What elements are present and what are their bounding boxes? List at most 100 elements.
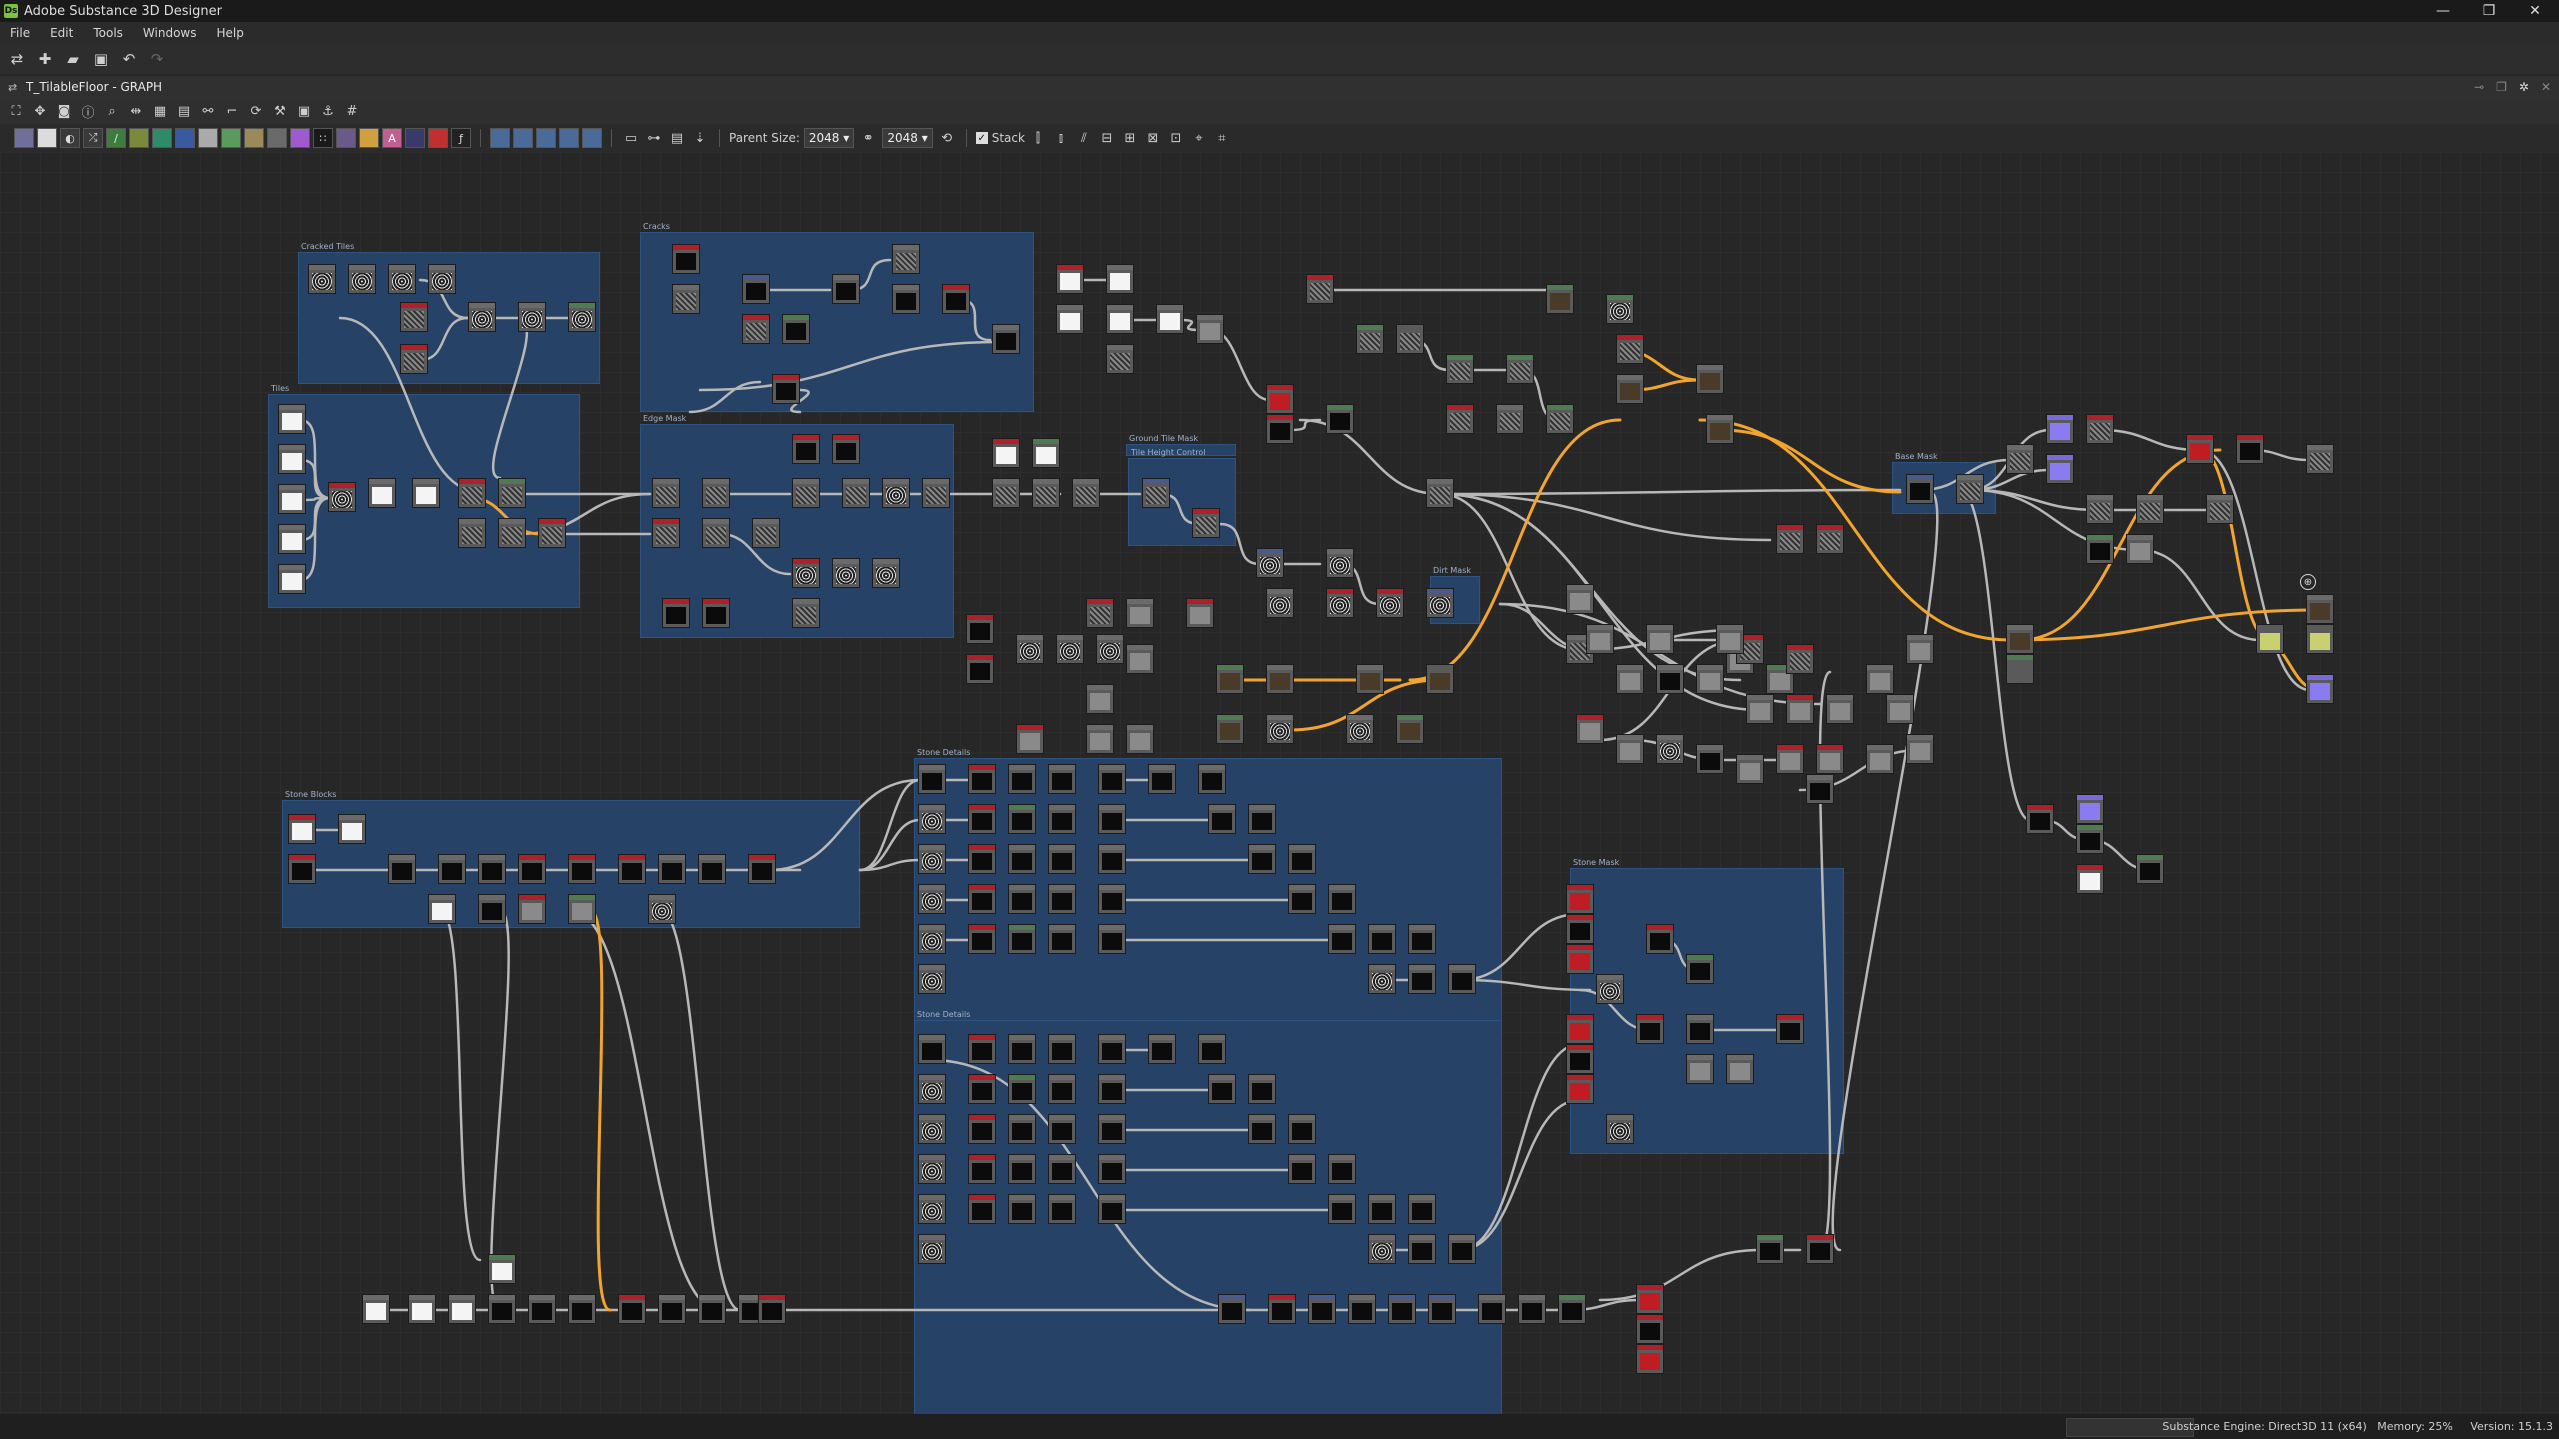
graph-node[interactable] [652,478,680,508]
graph-node[interactable] [1186,598,1214,628]
gradient-icon[interactable] [129,128,149,148]
graph-node[interactable] [328,482,356,512]
graph-node[interactable] [1148,1034,1176,1064]
graph-node[interactable] [1098,764,1126,794]
shuffle-icon[interactable]: ⤮ [83,128,103,148]
reset-size-icon[interactable]: ⟲ [937,128,957,148]
graph-node[interactable] [672,244,700,274]
graph-node[interactable] [1776,744,1804,774]
graph-node[interactable] [568,302,596,332]
graph-node[interactable] [702,478,730,508]
graph-connection[interactable] [688,380,762,414]
graph-node[interactable] [1956,474,1984,504]
graph-node[interactable] [922,478,950,508]
graph-connection[interactable] [1458,978,1592,992]
graph-node[interactable] [1192,508,1220,538]
graph-node[interactable] [1376,588,1404,618]
snap-grid-icon[interactable]: ⌗ [1212,128,1232,148]
frame-all-icon[interactable]: ⛶ [6,101,26,121]
graph-node[interactable] [518,302,546,332]
graph-connection[interactable] [2098,428,2202,452]
graph-node[interactable] [1606,1114,1634,1144]
fx-map-icon[interactable]: ∷ [313,128,333,148]
graph-node[interactable] [1106,264,1134,294]
stack-v-icon[interactable]: ⊡ [1166,128,1186,148]
graph-node[interactable] [1646,924,1674,954]
graph-node[interactable] [498,518,526,548]
graph-node[interactable] [672,284,700,314]
graph-node[interactable] [1786,694,1814,724]
graph-node[interactable] [1448,1234,1476,1264]
graph-node[interactable] [1866,744,1894,774]
graph-node[interactable] [1048,804,1076,834]
graph-node[interactable] [1328,884,1356,914]
graph-node[interactable] [400,344,428,374]
graph-node[interactable] [966,654,994,684]
graph-node[interactable] [1716,624,1744,654]
graph-node[interactable] [752,518,780,548]
graph-node[interactable] [518,894,546,924]
graph-node[interactable] [742,274,770,304]
graph-node[interactable] [1886,694,1914,724]
panel-settings-icon[interactable]: ✲ [2519,80,2529,94]
graph-node[interactable] [1008,764,1036,794]
graph-node[interactable] [1496,404,1524,434]
menu-help[interactable]: Help [206,26,253,40]
graph-node[interactable] [1048,1114,1076,1144]
graph-node[interactable] [1368,924,1396,954]
graph-node[interactable] [1446,354,1474,384]
graph-node[interactable] [1656,734,1684,764]
graph-node[interactable] [1518,1294,1546,1324]
curve-icon[interactable]: ∕ [106,128,126,148]
graph-node[interactable] [966,614,994,644]
graph-node[interactable] [488,1254,516,1284]
graph-connection[interactable] [568,908,722,1312]
graph-node[interactable] [2306,594,2334,624]
graph-node[interactable] [1388,1294,1416,1324]
graph-node[interactable] [478,854,506,884]
graph-node[interactable] [1448,964,1476,994]
graph-node[interactable] [1098,1114,1126,1144]
stack-toggle[interactable]: ✓ Stack [975,131,1025,145]
graph-node[interactable] [1566,1014,1594,1044]
graph-node[interactable] [1098,1034,1126,1064]
graph-node[interactable] [1326,404,1354,434]
graph-connection[interactable] [698,340,1002,392]
graph-node[interactable] [918,1034,946,1064]
grid-icon[interactable]: # [342,101,362,121]
stack-checkbox-icon[interactable]: ✓ [975,132,988,144]
graph-node[interactable] [458,478,486,508]
graph-node[interactable] [400,302,428,332]
graph-node[interactable] [1786,644,1814,674]
graph-node[interactable] [2076,824,2104,854]
graph-node[interactable] [1426,478,1454,508]
graph-node[interactable] [278,404,306,434]
new-graph-icon[interactable]: ✚ [34,48,56,70]
graph-node[interactable] [1906,734,1934,764]
graph-node[interactable] [1288,1154,1316,1184]
zoom-icon[interactable]: ⌕ [102,101,122,121]
snap-icon[interactable]: ⌖ [1189,128,1209,148]
graph-node[interactable] [1048,764,1076,794]
graph-node[interactable] [1016,634,1044,664]
dot-icon[interactable]: ⌐ [222,101,242,121]
graph-node[interactable] [1056,264,1084,294]
graph-connection[interactable] [490,908,510,1312]
graph-node[interactable] [1348,1294,1376,1324]
graph-node[interactable] [618,1294,646,1324]
graph-node[interactable] [1396,714,1424,744]
graph-node[interactable] [278,524,306,554]
graph-node[interactable] [1048,924,1076,954]
graph-node[interactable] [1106,304,1134,334]
menu-edit[interactable]: Edit [40,26,83,40]
dot-node-icon[interactable] [582,128,602,148]
graph-node[interactable] [278,564,306,594]
graph-node[interactable] [1446,404,1474,434]
graph-node[interactable] [1208,804,1236,834]
graph-node[interactable] [1008,1194,1036,1224]
graph-connection[interactable] [588,908,612,1312]
graph-node[interactable] [1906,474,1934,504]
graph-node[interactable] [1196,314,1224,344]
graph-node[interactable] [1686,1014,1714,1044]
stack-h-icon[interactable]: ⊠ [1143,128,1163,148]
